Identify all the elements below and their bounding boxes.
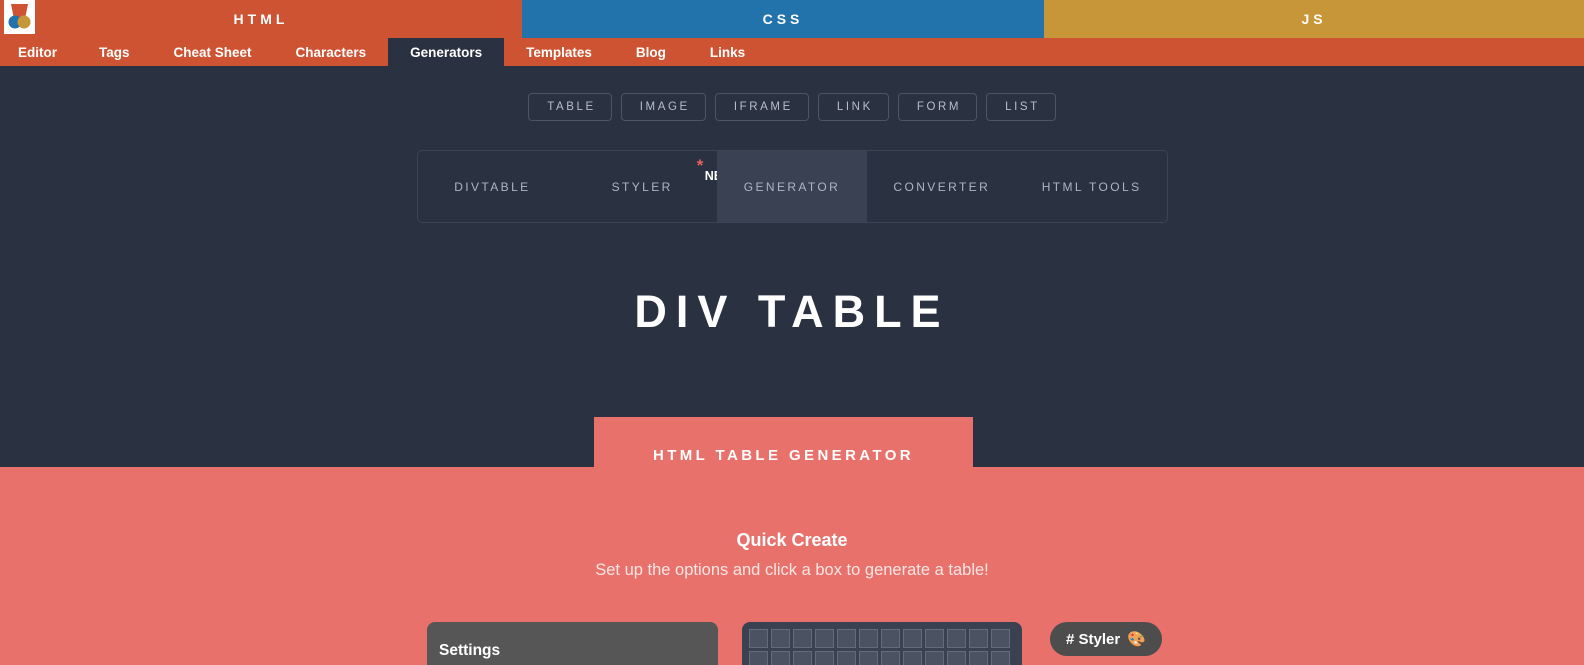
lang-segment-js[interactable]: JS — [1044, 0, 1584, 38]
grid-cell[interactable] — [771, 629, 790, 648]
grid-cell[interactable] — [881, 651, 900, 665]
language-bar: HTML CSS JS — [0, 0, 1584, 38]
grid-cell[interactable] — [859, 629, 878, 648]
grid-rows — [749, 629, 1022, 665]
nav-item-templates[interactable]: Templates — [504, 38, 614, 66]
page-title: DIV TABLE — [634, 286, 950, 337]
site-logo[interactable] — [4, 0, 35, 34]
tab-html-tools-label: HTML TOOLS — [1041, 179, 1142, 194]
grid-cell[interactable] — [771, 651, 790, 665]
tab-html-tools[interactable]: HTML TOOLS — [1017, 151, 1167, 222]
nav-item-characters[interactable]: Characters — [274, 38, 389, 66]
grid-cell[interactable] — [815, 651, 834, 665]
generator-section: HTML TABLE GENERATOR Quick Create Set up… — [0, 417, 1584, 665]
hero-section: TABLE IMAGE IFRAME LINK FORM LIST DIVTAB… — [0, 66, 1584, 467]
grid-cell[interactable] — [881, 629, 900, 648]
tab-styler[interactable]: STYLER * NEW! — [567, 151, 738, 222]
grid-cell[interactable] — [947, 651, 966, 665]
grid-row — [749, 629, 1022, 648]
tab-divtable-label: DIVTABLE — [454, 179, 531, 194]
grid-cell[interactable] — [903, 651, 922, 665]
palette-icon: 🎨 — [1127, 631, 1146, 648]
grid-cell[interactable] — [749, 629, 768, 648]
tool-tab-bar: DIVTABLE STYLER * NEW! GENERATOR CONVERT… — [416, 150, 1168, 223]
grid-cell[interactable] — [837, 651, 856, 665]
tab-converter[interactable]: CONVERTER — [867, 151, 1017, 222]
grid-cell[interactable] — [749, 651, 768, 665]
nav-item-generators[interactable]: Generators — [388, 38, 505, 66]
type-button-list[interactable]: LIST — [986, 93, 1056, 121]
grid-cell[interactable] — [925, 651, 944, 665]
grid-cell[interactable] — [793, 651, 812, 665]
generator-banner: HTML TABLE GENERATOR — [594, 417, 973, 494]
quick-create-subtitle: Set up the options and click a box to ge… — [595, 561, 989, 579]
grid-cell[interactable] — [815, 629, 834, 648]
grid-cell[interactable] — [793, 629, 812, 648]
type-button-form[interactable]: FORM — [897, 93, 978, 121]
settings-panel[interactable]: Settings — [427, 622, 718, 665]
grid-row — [749, 651, 1022, 665]
nav-item-editor[interactable]: Editor — [0, 38, 77, 66]
tab-generator[interactable]: GENERATOR — [717, 151, 867, 222]
grid-cell[interactable] — [969, 629, 988, 648]
grid-cell[interactable] — [925, 629, 944, 648]
grid-cell[interactable] — [903, 629, 922, 648]
styler-button-label: # Styler — [1066, 630, 1121, 648]
tab-styler-label: STYLER — [611, 179, 673, 194]
lang-segment-css[interactable]: CSS — [522, 0, 1044, 38]
nav-item-tags[interactable]: Tags — [77, 38, 152, 66]
type-button-row: TABLE IMAGE IFRAME LINK FORM LIST — [0, 66, 1584, 121]
table-size-grid[interactable] — [742, 622, 1022, 665]
grid-cell[interactable] — [991, 651, 1010, 665]
type-button-iframe[interactable]: IFRAME — [714, 93, 809, 121]
logo-icon — [8, 4, 31, 29]
styler-button[interactable]: # Styler 🎨 — [1050, 622, 1162, 656]
grid-cell[interactable] — [859, 651, 878, 665]
grid-cell[interactable] — [837, 629, 856, 648]
grid-cell[interactable] — [947, 629, 966, 648]
type-button-link[interactable]: LINK — [817, 93, 889, 121]
nav-item-links[interactable]: Links — [688, 38, 767, 66]
lang-segment-html[interactable]: HTML — [0, 0, 522, 38]
bottom-panels-row: Settings # Styler 🎨 — [0, 622, 1584, 665]
main-navigation: Editor Tags Cheat Sheet Characters Gener… — [0, 38, 1584, 66]
tab-generator-label: GENERATOR — [743, 179, 841, 194]
type-button-image[interactable]: IMAGE — [620, 93, 706, 121]
nav-item-cheat-sheet[interactable]: Cheat Sheet — [152, 38, 274, 66]
nav-item-blog[interactable]: Blog — [614, 38, 688, 66]
grid-cell[interactable] — [969, 651, 988, 665]
type-button-table[interactable]: TABLE — [528, 93, 612, 121]
grid-cell[interactable] — [991, 629, 1010, 648]
tab-divtable[interactable]: DIVTABLE — [418, 151, 568, 222]
tab-converter-label: CONVERTER — [893, 179, 991, 194]
settings-panel-title: Settings — [439, 642, 501, 659]
